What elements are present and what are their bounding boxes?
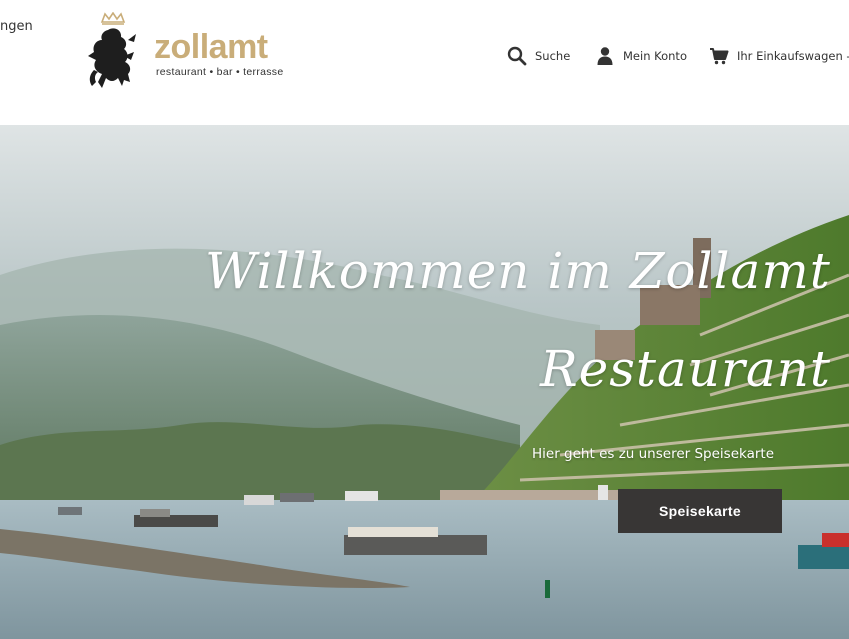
nav-search-label: Suche	[535, 49, 571, 63]
search-icon	[507, 46, 527, 66]
nav-search[interactable]: Suche	[507, 44, 570, 68]
logo-subtitle: restaurant • bar • terrasse	[156, 66, 284, 78]
cart-icon	[710, 48, 729, 65]
lion-crest-icon	[88, 12, 136, 88]
hero-title: Willkommen im Zollamt	[205, 242, 831, 300]
nav-account[interactable]: Mein Konto	[595, 44, 687, 68]
nav-account-label: Mein Konto	[623, 49, 687, 63]
nav-cart-label: Ihr Einkaufswagen - 0	[737, 49, 849, 63]
hero-caption: Hier geht es zu unserer Speisekarte	[532, 446, 775, 462]
site-logo[interactable]: zollamt restaurant • bar • terrasse	[84, 12, 304, 98]
site-header: ngen zollamt restaurant • bar • terrasse…	[0, 0, 849, 125]
menu-button[interactable]: Speisekarte	[618, 489, 782, 533]
user-icon	[597, 47, 613, 65]
hero-banner: Willkommen im Zollamt Restaurant Hier ge…	[0, 125, 849, 639]
language-link[interactable]: ngen	[0, 19, 33, 34]
logo-title: zollamt	[154, 28, 268, 66]
hero-subtitle: Restaurant	[540, 340, 832, 398]
nav-cart[interactable]: Ihr Einkaufswagen - 0	[709, 44, 849, 68]
